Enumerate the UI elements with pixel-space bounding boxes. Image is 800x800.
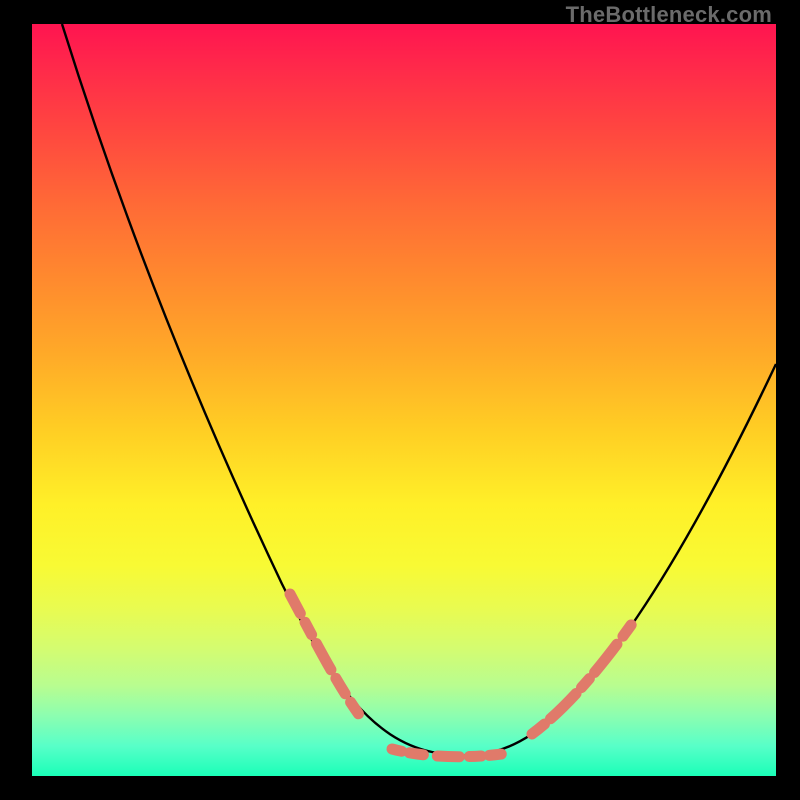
right-shoulder-markers xyxy=(532,602,647,734)
valley-markers xyxy=(392,749,502,757)
chart-frame: TheBottleneck.com xyxy=(0,0,800,800)
bottleneck-curve xyxy=(62,24,776,755)
left-shoulder-markers xyxy=(290,594,384,744)
curve-layer xyxy=(32,24,776,776)
watermark-label: TheBottleneck.com xyxy=(566,4,772,26)
plot-area xyxy=(32,24,776,776)
